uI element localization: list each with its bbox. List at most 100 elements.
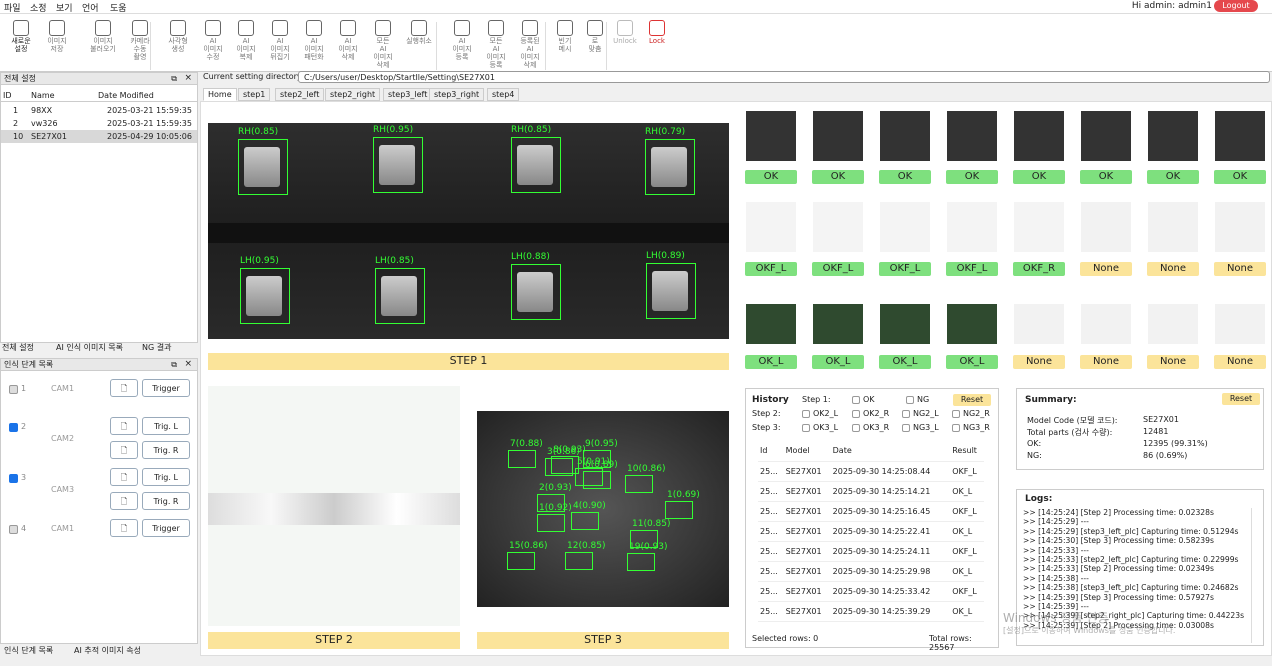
cam-checkbox[interactable]: [9, 474, 18, 483]
close-icon[interactable]: ×: [184, 73, 192, 83]
filter-checkbox[interactable]: [906, 396, 914, 404]
filter-checkbox[interactable]: [852, 424, 860, 432]
tab-step3_left[interactable]: step3_left: [383, 88, 433, 101]
history-cell: 2025-09-30 14:25:08.44: [830, 461, 951, 482]
close-icon[interactable]: ×: [184, 359, 192, 369]
trigger-button[interactable]: Trigger: [142, 519, 190, 537]
trigger-button[interactable]: Trig. L: [142, 468, 190, 486]
settings-tab-2[interactable]: NG 결과: [142, 342, 171, 353]
logout-button[interactable]: Logout: [1214, 0, 1258, 12]
tab-step3_right[interactable]: step3_right: [429, 88, 485, 101]
file-icon[interactable]: 🗋: [110, 379, 138, 397]
cam-checkbox[interactable]: [9, 423, 18, 432]
menu-item-4[interactable]: 도움: [110, 1, 127, 14]
steps-tab-1[interactable]: AI 추적 이미지 속성: [74, 645, 141, 656]
history-col-0[interactable]: Id: [758, 441, 784, 462]
settings-tab-0[interactable]: 전체 설정: [2, 342, 34, 353]
cam-checkbox[interactable]: [9, 525, 18, 534]
history-row[interactable]: 25... SE27X01 2025-09-30 14:25:22.41 OK_L: [758, 521, 984, 542]
result-thumbnail: [813, 202, 863, 252]
settings-row[interactable]: 2 vw326 2025-03-21 15:59:35: [1, 117, 197, 130]
toolbar-button-8[interactable]: AI 이미지 패턴화: [299, 20, 329, 61]
history-row[interactable]: 25... SE27X01 2025-09-30 14:25:39.29 OK_L: [758, 601, 984, 622]
filter-checkbox[interactable]: [852, 410, 860, 418]
cam-checkbox[interactable]: [9, 385, 18, 394]
toolbar-button-13[interactable]: 모든 AI 이미지 등록: [481, 20, 511, 69]
toolbar-button-9[interactable]: AI 이미지 삭제: [333, 20, 363, 61]
toolbar-button-17[interactable]: Unlock: [610, 20, 640, 45]
filter-checkbox[interactable]: [952, 424, 960, 432]
toolbar-button-14[interactable]: 등록된 AI 이미지 삭제: [515, 20, 545, 69]
toolbar-button-0[interactable]: 새로운 설정: [6, 20, 36, 53]
history-row[interactable]: 25... SE27X01 2025-09-30 14:25:29.98 OK_L: [758, 561, 984, 582]
toolbar-button-4[interactable]: 사각형 생성: [163, 20, 193, 53]
steps-tab-0[interactable]: 인식 단계 목록: [4, 645, 53, 656]
menu-item-3[interactable]: 언어: [82, 1, 99, 14]
trigger-button[interactable]: Trig. R: [142, 492, 190, 510]
history-row[interactable]: 25... SE27X01 2025-09-30 14:25:33.42 OKF_L: [758, 581, 984, 602]
history-col-1[interactable]: Model: [783, 441, 831, 462]
summary-key: NG:: [1027, 451, 1042, 460]
menu-item-0[interactable]: 파일: [4, 1, 21, 14]
toolbar-button-7[interactable]: AI 이미지 뒤집기: [265, 20, 295, 61]
history-cell: SE27X01: [783, 461, 831, 482]
toolbar-button-2[interactable]: 이미지 불러오기: [88, 20, 118, 53]
history-col-3[interactable]: Result: [950, 441, 984, 462]
toolbar-button-15[interactable]: 빈기 메시: [550, 20, 580, 53]
toolbar-button-6[interactable]: AI 이미지 복제: [231, 20, 261, 61]
directory-label: Current setting directory: [203, 72, 302, 81]
summary-reset-button[interactable]: Reset: [1222, 393, 1260, 405]
tab-step4[interactable]: step4: [487, 88, 520, 101]
toolbar-label-17: Unlock: [613, 37, 637, 45]
file-icon[interactable]: 🗋: [110, 417, 138, 435]
toolbar-label-1: 이미지 저장: [47, 37, 67, 53]
step1-camera-image: RH(0.85) RH(0.95) RH(0.85) RH(0.79) LH(0.95)…: [208, 123, 729, 339]
history-col-2[interactable]: Date: [830, 441, 951, 462]
register-all-icon: [488, 20, 504, 36]
filter-checkbox[interactable]: [802, 424, 810, 432]
toolbar-button-1[interactable]: 이미지 저장: [42, 20, 72, 53]
tab-Home[interactable]: Home: [203, 88, 237, 101]
tab-step1[interactable]: step1: [238, 88, 271, 101]
toolbar-button-18[interactable]: Lock: [642, 20, 672, 45]
history-row[interactable]: 25... SE27X01 2025-09-30 14:25:24.11 OKF_L: [758, 541, 984, 562]
file-icon[interactable]: 🗋: [110, 519, 138, 537]
settings-col-1[interactable]: Name: [31, 89, 55, 102]
history-row[interactable]: 25... SE27X01 2025-09-30 14:25:16.45 OKF_L: [758, 501, 984, 522]
step2-title: STEP 2: [208, 632, 460, 649]
directory-path[interactable]: C:/Users/user/Desktop/StartIle/Setting\S…: [298, 71, 1270, 83]
result-thumbnail: [1081, 304, 1131, 344]
settings-col-0[interactable]: ID: [3, 89, 12, 102]
toolbar-button-10[interactable]: 모든 AI 이미지 삭제: [368, 20, 398, 69]
float-icon[interactable]: ⧉: [171, 360, 177, 370]
history-cell: SE27X01: [783, 541, 831, 562]
toolbar-button-12[interactable]: AI 이미지 등록: [447, 20, 477, 61]
settings-tab-1[interactable]: AI 인식 이미지 목록: [56, 342, 123, 353]
toolbar-button-11[interactable]: 실행취소: [404, 20, 434, 45]
filter-checkbox[interactable]: [852, 396, 860, 404]
menu-item-2[interactable]: 보기: [56, 1, 73, 14]
filter-checkbox[interactable]: [902, 424, 910, 432]
trigger-button[interactable]: Trig. R: [142, 441, 190, 459]
tab-step2_left[interactable]: step2_left: [275, 88, 325, 101]
logs-scrollbar[interactable]: [1251, 508, 1259, 643]
result-label: OKF_L: [946, 262, 998, 276]
toolbar-button-5[interactable]: AI 이미지 수정: [198, 20, 228, 61]
float-icon[interactable]: ⧉: [171, 74, 177, 84]
menu-item-1[interactable]: 소정: [30, 1, 47, 14]
tab-step2_right[interactable]: step2_right: [325, 88, 381, 101]
detection-box: [507, 552, 535, 570]
history-row[interactable]: 25... SE27X01 2025-09-30 14:25:08.44 OKF_L: [758, 461, 984, 482]
file-icon[interactable]: 🗋: [110, 468, 138, 486]
settings-row[interactable]: 10 SE27X01 2025-04-29 10:05:06: [1, 130, 197, 143]
filter-checkbox[interactable]: [802, 410, 810, 418]
file-icon[interactable]: 🗋: [110, 492, 138, 510]
file-icon[interactable]: 🗋: [110, 441, 138, 459]
settings-row[interactable]: 1 98XX 2025-03-21 15:59:35: [1, 104, 197, 117]
filter-checkbox[interactable]: [902, 410, 910, 418]
trigger-button[interactable]: Trig. L: [142, 417, 190, 435]
filter-checkbox[interactable]: [952, 410, 960, 418]
history-row[interactable]: 25... SE27X01 2025-09-30 14:25:14.21 OK_L: [758, 481, 984, 502]
settings-col-2[interactable]: Date Modified: [98, 89, 154, 102]
trigger-button[interactable]: Trigger: [142, 379, 190, 397]
